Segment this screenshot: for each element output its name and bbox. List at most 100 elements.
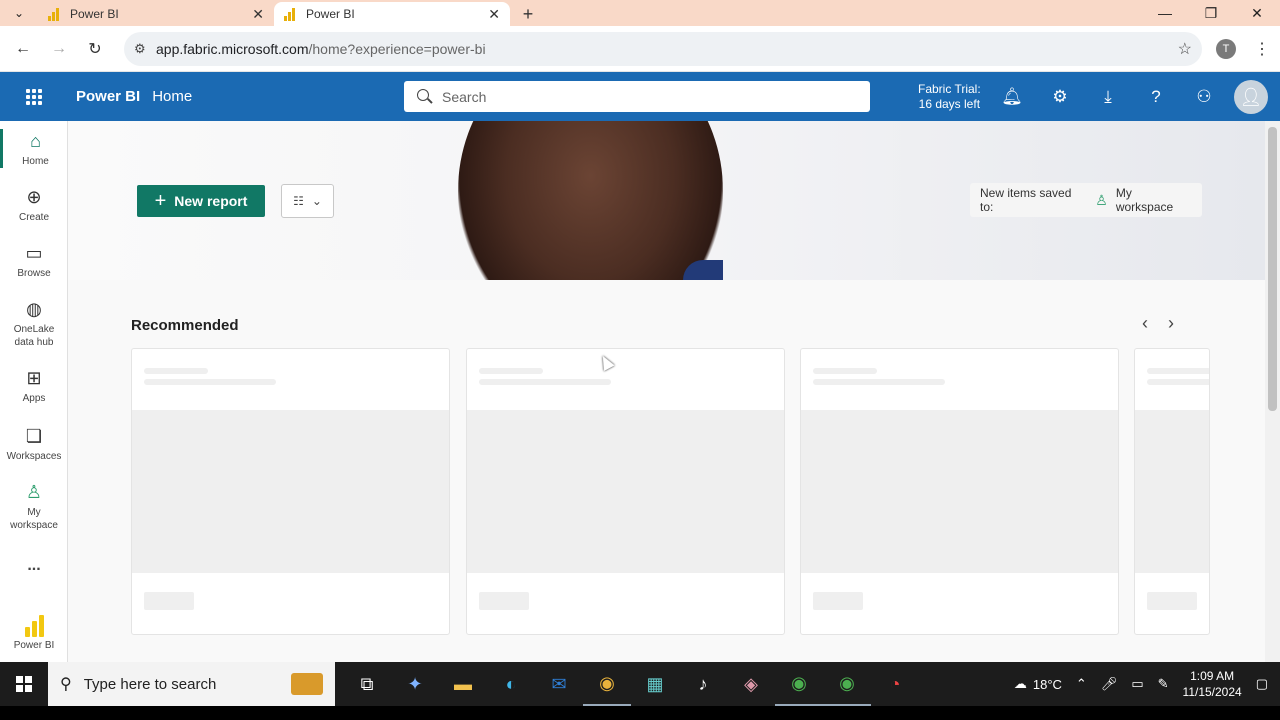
battery-icon[interactable]: ▭	[1131, 676, 1143, 692]
download-icon[interactable]: ⤓	[1084, 87, 1132, 107]
briefcase-icon	[291, 673, 323, 695]
microphone-icon[interactable]: 🎤︎	[1101, 676, 1118, 692]
saved-to-label: New items saved to:	[980, 186, 1072, 214]
recommended-card-placeholder[interactable]	[466, 348, 785, 635]
weather-widget[interactable]: ☁ 18°C	[1014, 676, 1062, 692]
tiktok-icon[interactable]: ♪	[679, 662, 727, 706]
browser-toolbar: ← → ↻ ⚙ app.fabric.microsoft.com/home?ex…	[0, 26, 1280, 72]
restore-icon[interactable]: ❐	[1188, 0, 1234, 26]
folder-icon: ▭	[25, 243, 43, 263]
nav-label: Apps	[22, 393, 46, 404]
share-icon[interactable]: ⚇	[1180, 87, 1228, 107]
chevron-up-icon[interactable]: ⌃	[1076, 676, 1087, 692]
main-content: + New report ☷ ⌄ New items saved to: ♙ M…	[68, 121, 1265, 662]
tab-search-menu-button[interactable]: ⌄	[0, 0, 38, 26]
new-report-button[interactable]: + New report	[137, 185, 265, 217]
nav-item-create[interactable]: ⊕ Create	[0, 185, 68, 224]
recommended-card-placeholder[interactable]	[1134, 348, 1210, 635]
breadcrumb[interactable]: Home	[152, 88, 192, 105]
saved-to-indicator[interactable]: New items saved to: ♙ My workspace	[970, 183, 1202, 217]
taskbar: ⚲ Type here to search ⧉ ✦ ▬ ◐ ✉ ◉ ▦ ♪ ◈ …	[0, 662, 1280, 706]
powerbi-logo-icon	[0, 613, 68, 637]
carousel-nav: ‹ ›	[1142, 313, 1174, 334]
profile-avatar[interactable]: T	[1216, 38, 1236, 59]
recommended-card-placeholder[interactable]	[131, 348, 450, 635]
url-host: app.fabric.microsoft.com	[156, 40, 309, 57]
new-tab-button[interactable]: +	[510, 2, 546, 26]
back-icon[interactable]: ←	[8, 34, 38, 64]
browser-tab-1[interactable]: Power BI ✕	[38, 2, 274, 26]
system-tray: ☁ 18°C ⌃ 🎤︎ ▭ ✎ 1:09 AM 11/15/2024 ▢	[1014, 668, 1280, 700]
nav-label: Power BI	[13, 640, 55, 651]
chevron-right-icon[interactable]: ›	[1168, 313, 1174, 334]
nav-label: Create	[18, 212, 49, 223]
app-launcher-icon[interactable]	[0, 88, 68, 105]
nav-label: My workspace	[10, 507, 58, 531]
nav-label: Home	[22, 156, 49, 167]
workspaces-icon: ❏	[25, 426, 43, 446]
outlook-icon[interactable]: ✉	[535, 662, 583, 706]
clock[interactable]: 1:09 AM 11/15/2024	[1183, 668, 1242, 700]
account-avatar[interactable]: 👤︎	[1234, 80, 1268, 114]
nav-item-powerbi[interactable]: Power BI	[0, 613, 68, 652]
nav-item-apps[interactable]: ⊞ Apps	[0, 366, 68, 405]
cloud-icon: ☁	[1013, 676, 1027, 691]
reload-icon[interactable]: ↻	[80, 34, 110, 64]
gear-icon[interactable]: ⚙	[1036, 87, 1084, 107]
search-placeholder: Search	[442, 88, 487, 105]
site-info-icon[interactable]: ⚙	[134, 41, 156, 57]
recorder-icon[interactable]: ◔	[871, 662, 919, 706]
clock-date: 11/15/2024	[1182, 685, 1242, 699]
close-icon[interactable]: ✕	[252, 6, 264, 23]
close-icon[interactable]: ✕	[488, 6, 500, 23]
new-report-label: New report	[174, 193, 248, 209]
nav-label: OneLake data hub	[13, 324, 55, 348]
clock-time: 1:09 AM	[1190, 669, 1235, 683]
more-options-icon[interactable]: ...	[0, 558, 68, 574]
nav-item-onelake[interactable]: ◍ OneLake data hub	[0, 297, 68, 349]
page-scrollbar[interactable]	[1265, 121, 1280, 662]
left-nav: ⌂ Home ⊕ Create ▭ Browse ◍ OneLake data …	[0, 121, 68, 662]
address-bar[interactable]: ⚙ app.fabric.microsoft.com/home?experien…	[124, 31, 1202, 66]
chrome-icon[interactable]: ◉	[775, 662, 823, 706]
view-switcher-button[interactable]: ☷ ⌄	[281, 184, 334, 218]
search-icon	[416, 88, 434, 106]
store-icon[interactable]: ▦	[631, 662, 679, 706]
help-icon[interactable]: ?	[1132, 87, 1180, 107]
powerbi-favicon-icon	[284, 7, 296, 21]
app-header: Power BI Home Search Fabric Trial: 16 da…	[0, 72, 1280, 121]
pen-icon[interactable]: ✎	[1158, 676, 1169, 692]
plus-icon: +	[154, 190, 167, 212]
nav-item-browse[interactable]: ▭ Browse	[0, 241, 68, 280]
recommended-card-placeholder[interactable]	[800, 348, 1119, 635]
chevron-left-icon[interactable]: ‹	[1142, 313, 1148, 334]
windows-start-icon[interactable]	[0, 676, 48, 692]
temperature: 18°C	[1032, 676, 1062, 692]
screen-bottom-strip	[0, 706, 1280, 720]
task-view-icon[interactable]: ⧉	[343, 662, 391, 706]
minimize-icon[interactable]: —	[1142, 0, 1188, 26]
chrome-icon[interactable]: ◉	[823, 662, 871, 706]
close-window-icon[interactable]: ✕	[1234, 0, 1280, 26]
taskbar-search[interactable]: ⚲ Type here to search	[48, 662, 335, 706]
edge-icon[interactable]: ◐	[487, 662, 535, 706]
header-actions: 🔔︎ ⚙ ⤓ ? ⚇	[988, 72, 1228, 121]
davinci-icon[interactable]: ◈	[727, 662, 775, 706]
nav-label: Workspaces	[6, 451, 62, 462]
bell-icon[interactable]: 🔔︎	[988, 87, 1036, 107]
trial-status[interactable]: Fabric Trial: 16 days left	[918, 82, 981, 112]
browser-menu-icon[interactable]: ⋮	[1252, 39, 1272, 59]
nav-item-workspaces[interactable]: ❏ Workspaces	[0, 424, 68, 463]
app-brand[interactable]: Power BI	[76, 88, 140, 105]
recommended-heading: Recommended	[131, 317, 239, 334]
forward-icon[interactable]: →	[44, 34, 74, 64]
nav-item-my-workspace[interactable]: ♙ My workspace	[0, 480, 68, 532]
search-input[interactable]: Search	[404, 81, 870, 112]
nav-item-home[interactable]: ⌂ Home	[0, 129, 68, 168]
bookmark-star-icon[interactable]: ☆	[1178, 39, 1192, 59]
file-explorer-icon[interactable]: ▬	[439, 662, 487, 706]
copilot-icon[interactable]: ✦	[391, 662, 439, 706]
notification-icon[interactable]: ▢	[1256, 676, 1268, 692]
browser-tab-2[interactable]: Power BI ✕	[274, 2, 510, 26]
chrome-icon[interactable]: ◉	[583, 662, 631, 706]
